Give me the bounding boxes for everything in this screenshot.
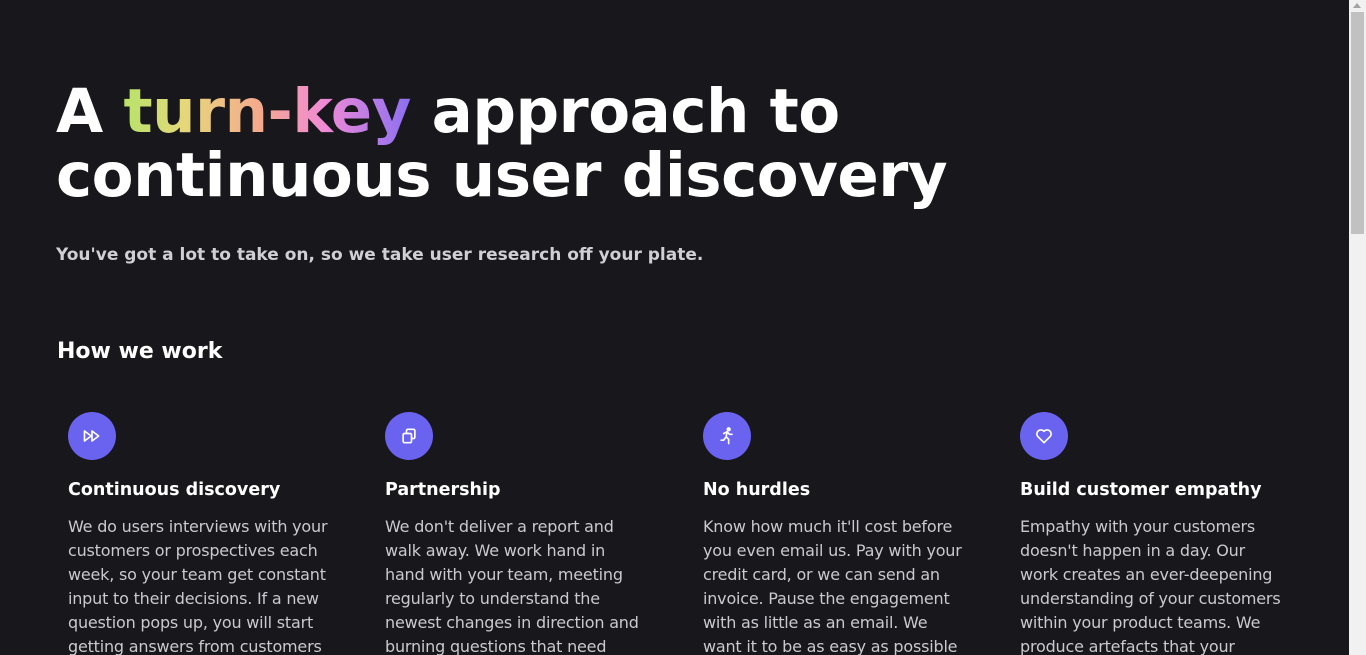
running-person-icon <box>703 412 751 460</box>
hero-title: A turn-key approach to continuous user di… <box>56 80 948 211</box>
card-text: Empathy with your customers doesn't happ… <box>1020 517 1281 655</box>
hero-title-line2: continuous user discovery <box>56 140 948 211</box>
card-partnership: Partnership We don't deliver a report an… <box>385 412 647 655</box>
card-text: We do users interviews with your custome… <box>68 517 328 655</box>
card-title: Continuous discovery <box>68 480 281 500</box>
hero-subtitle: You've got a lot to take on, so we take … <box>56 245 704 265</box>
vertical-scrollbar[interactable] <box>1349 0 1366 655</box>
scrollbar-thumb[interactable] <box>1351 12 1364 234</box>
card-text: Know how much it'll cost before you even… <box>703 517 962 655</box>
card-continuous-discovery: Continuous discovery We do users intervi… <box>68 412 330 655</box>
page: A turn-key approach to continuous user di… <box>0 0 1366 655</box>
card-no-hurdles: No hurdles Know how much it'll cost befo… <box>703 412 965 655</box>
hero-title-prefix: A <box>56 76 124 147</box>
hero-title-rest: approach to <box>410 76 841 147</box>
heart-icon <box>1020 412 1068 460</box>
fast-forward-icon <box>68 412 116 460</box>
scroll-up-arrow-icon[interactable] <box>1353 3 1361 8</box>
card-title: Build customer empathy <box>1020 480 1262 500</box>
card-text: We don't deliver a report and walk away.… <box>385 517 639 655</box>
card-title: Partnership <box>385 480 501 500</box>
card-build-customer-empathy: Build customer empathy Empathy with your… <box>1020 412 1282 655</box>
card-title: No hurdles <box>703 480 811 500</box>
copy-icon <box>385 412 433 460</box>
hero-title-highlight: turn-key <box>123 76 411 147</box>
section-title: How we work <box>57 339 223 364</box>
